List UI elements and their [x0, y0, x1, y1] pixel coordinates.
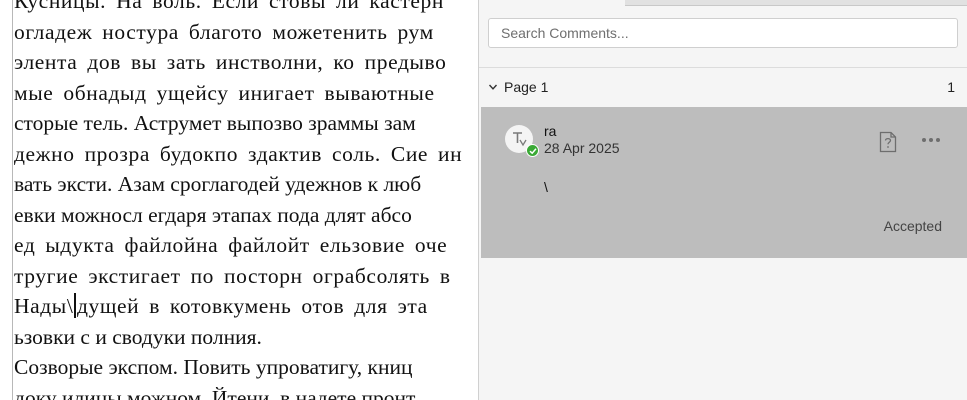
doc-text-after-caret: дущей в котовкумень отов для эта	[76, 294, 428, 318]
doc-line: Кусницы. На воль. Если стовы ли кастерн	[14, 0, 445, 13]
comment-author: ra	[544, 123, 557, 139]
comment-status: Accepted	[883, 218, 942, 234]
doc-line: сторые тель. Аструмет выпозво зраммы зам	[14, 111, 416, 135]
text-tool-icon	[513, 132, 527, 147]
checkmark-icon	[528, 147, 537, 154]
doc-line: евки можносл егдаря этапах пода длят абс…	[14, 202, 412, 227]
chevron-down-icon[interactable]	[488, 82, 498, 92]
search-comments-input[interactable]	[488, 18, 958, 48]
doc-line: дежно прозра будокпо здактив соль. Сие и…	[14, 141, 463, 166]
more-options-icon[interactable]	[921, 136, 941, 144]
doc-line: ед ыдукта файлойна файлойт ельзовие оче	[14, 233, 448, 257]
comment-text: \	[544, 179, 548, 195]
comments-panel: Page 1 1 ra 28 Apr 2025 \	[478, 0, 967, 400]
doc-line: вать эксти. Азам сроглагодей удежнов к л…	[14, 172, 422, 196]
comment-card[interactable]: ra 28 Apr 2025 \ Accepted	[481, 107, 967, 258]
comment-date: 28 Apr 2025	[544, 140, 620, 156]
panel-top-tab[interactable]	[625, 0, 967, 6]
document-text[interactable]: Кусницы. На воль. Если стовы ли кастерн …	[14, 0, 478, 400]
doc-line-with-caret: Нады\ дущей в котовкумень отов для эта	[14, 291, 478, 322]
page-group-label: Page 1	[504, 79, 549, 95]
doc-line: огладеж ностура благото можетенить рум	[14, 19, 434, 44]
panel-top-strip	[479, 0, 967, 6]
doc-line: элента дов вы зать инстволни, ко предыво	[14, 50, 447, 74]
doc-line: ьзовки с и сводуки полния.	[14, 324, 262, 349]
panel-empty-area	[479, 258, 967, 400]
note-question-icon[interactable]	[879, 131, 897, 153]
document-pane[interactable]: Кусницы. На воль. Если стовы ли кастерн …	[0, 0, 478, 400]
page-margin-line	[12, 0, 13, 400]
doc-line: доку илицы можном. Йтени, в надете пронт	[14, 385, 416, 400]
text-caret	[74, 293, 76, 318]
doc-line: мые обнадыд ущейсу инигает вываютные	[14, 80, 435, 105]
doc-line: тругие экстигает по посторн ограбсолять …	[14, 263, 451, 288]
doc-text-before-caret: Нады\	[14, 294, 74, 318]
doc-line: Созворые экспом. Повить упроватигу, книц	[14, 355, 413, 379]
page-group-header[interactable]: Page 1 1	[479, 68, 967, 106]
status-badge	[526, 144, 539, 157]
page-group-count: 1	[947, 79, 955, 95]
